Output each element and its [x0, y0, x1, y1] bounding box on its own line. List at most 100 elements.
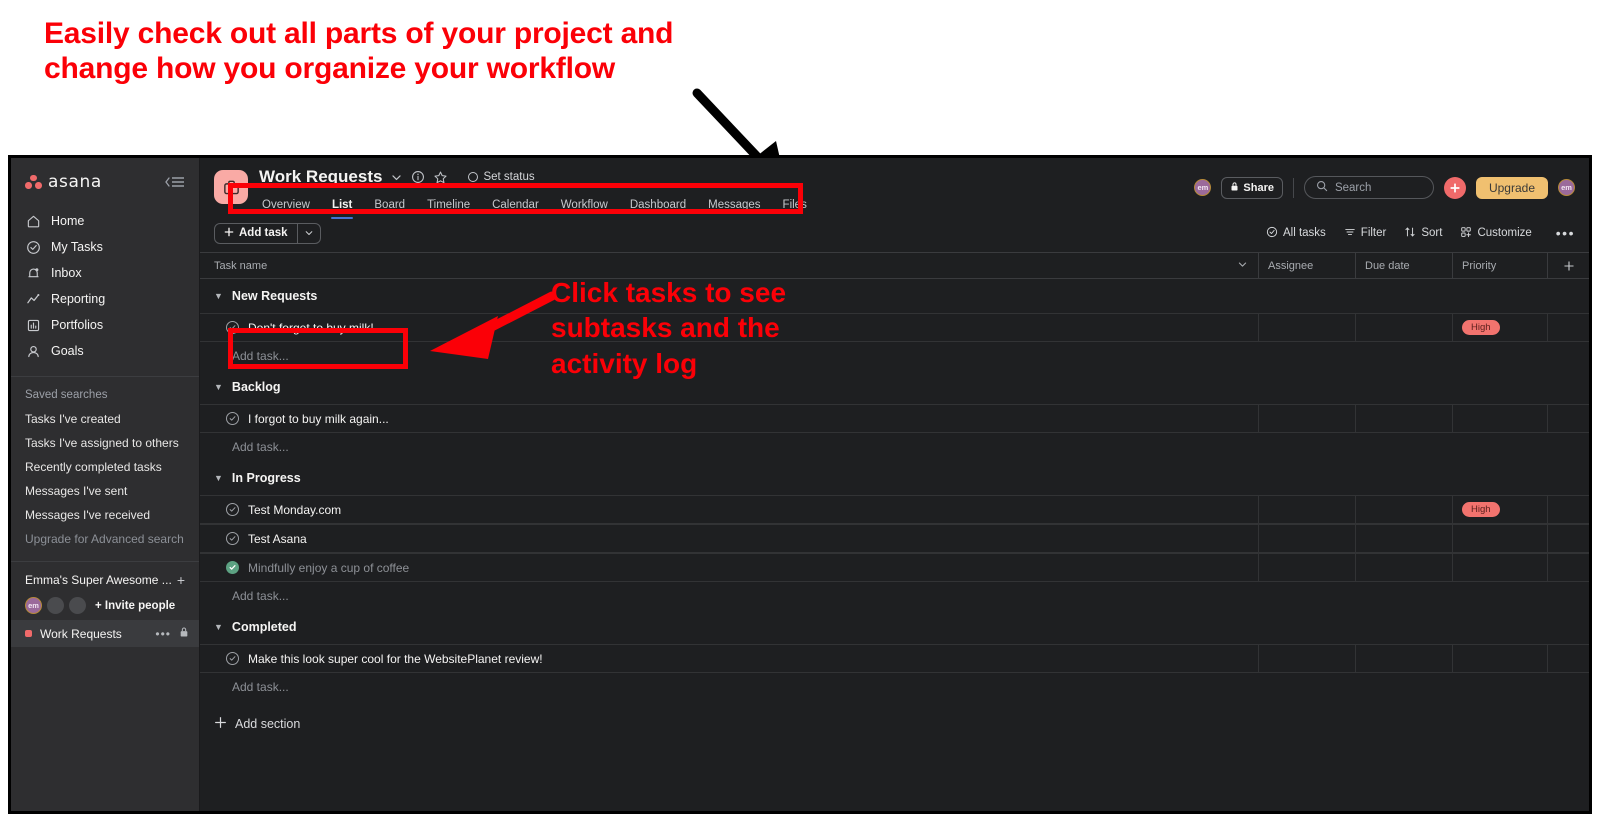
tab-files[interactable]: Files [772, 195, 818, 217]
task-assignee-cell[interactable] [1258, 405, 1355, 432]
task-priority-cell[interactable]: High [1452, 314, 1547, 341]
avatar-placeholder-2[interactable] [69, 597, 86, 614]
collapse-sidebar-icon[interactable] [163, 175, 185, 189]
sidebar-item-portfolios[interactable]: Portfolios [11, 312, 199, 338]
tab-dashboard[interactable]: Dashboard [619, 195, 697, 217]
task-assignee-cell[interactable] [1258, 645, 1355, 672]
chevron-down-icon[interactable]: ▼ [214, 622, 223, 632]
add-column-button[interactable] [1547, 253, 1589, 278]
task-name-cell[interactable]: Make this look super cool for the Websit… [200, 645, 1258, 672]
sidebar-item-home[interactable]: Home [11, 208, 199, 234]
search-input[interactable]: Search [1303, 176, 1434, 199]
task-assignee-cell[interactable] [1258, 554, 1355, 581]
plus-icon[interactable]: + [177, 572, 185, 588]
set-status-button[interactable]: Set status [468, 171, 535, 183]
task-name-cell[interactable]: Test Monday.com [200, 496, 1258, 523]
task-due-date-cell[interactable] [1355, 314, 1452, 341]
column-header-priority[interactable]: Priority [1452, 253, 1547, 278]
task-priority-cell[interactable]: High [1452, 496, 1547, 523]
task-priority-cell[interactable] [1452, 525, 1547, 552]
task-complete-checkbox[interactable] [226, 321, 239, 334]
tab-messages[interactable]: Messages [697, 195, 771, 217]
invite-people-button[interactable]: + Invite people [95, 600, 175, 612]
ellipsis-icon[interactable]: ••• [1550, 225, 1575, 241]
avatar[interactable]: em [1194, 179, 1212, 196]
chevron-down-icon[interactable]: ▼ [214, 382, 223, 392]
avatar-placeholder-1[interactable] [47, 597, 64, 614]
task-due-date-cell[interactable] [1355, 554, 1452, 581]
add-section-button[interactable]: Add section [200, 707, 1589, 741]
task-assignee-cell[interactable] [1258, 525, 1355, 552]
task-complete-checkbox[interactable] [226, 532, 239, 545]
asana-logo[interactable]: asana [25, 172, 102, 192]
chevron-down-icon[interactable] [296, 223, 320, 243]
tab-overview[interactable]: Overview [259, 195, 321, 217]
add-task-inline-completed[interactable]: Add task... [200, 673, 1589, 701]
task-assignee-cell[interactable] [1258, 314, 1355, 341]
task-complete-checkbox[interactable] [226, 503, 239, 516]
task-due-date-cell[interactable] [1355, 405, 1452, 432]
task-complete-checkbox[interactable] [226, 561, 239, 574]
section-header-in-progress[interactable]: ▼ In Progress [200, 461, 1589, 495]
task-complete-checkbox[interactable] [226, 652, 239, 665]
task-assignee-cell[interactable] [1258, 496, 1355, 523]
profile-avatar[interactable]: em [1558, 179, 1575, 196]
table-row[interactable]: Mindfully enjoy a cup of coffee [200, 553, 1589, 582]
filter-button[interactable]: Filter [1344, 226, 1386, 241]
chevron-down-icon[interactable]: ▼ [214, 473, 223, 483]
task-name-cell[interactable]: Mindfully enjoy a cup of coffee [200, 554, 1258, 581]
table-row[interactable]: Make this look super cool for the Websit… [200, 644, 1589, 673]
saved-search-recently-completed[interactable]: Recently completed tasks [11, 455, 199, 479]
upgrade-button[interactable]: Upgrade [1475, 176, 1548, 199]
sidebar-item-my-tasks[interactable]: My Tasks [11, 234, 199, 260]
tab-list[interactable]: List [321, 195, 363, 219]
saved-search-tasks-assigned[interactable]: Tasks I've assigned to others [11, 431, 199, 455]
add-task-inline-in-progress[interactable]: Add task... [200, 582, 1589, 610]
status-badge: High [1462, 502, 1500, 517]
sort-button[interactable]: Sort [1404, 226, 1442, 241]
task-complete-checkbox[interactable] [226, 412, 239, 425]
section-title: Backlog [231, 380, 281, 394]
table-row[interactable]: I forgot to buy milk again... [200, 404, 1589, 433]
tab-timeline[interactable]: Timeline [416, 195, 481, 217]
sidebar-item-goals[interactable]: Goals [11, 338, 199, 364]
star-icon[interactable] [433, 170, 448, 185]
task-priority-cell[interactable] [1452, 405, 1547, 432]
chevron-down-icon[interactable] [1237, 259, 1258, 273]
column-header-due-date[interactable]: Due date [1355, 253, 1452, 278]
customize-button[interactable]: Customize [1460, 226, 1532, 241]
tab-calendar[interactable]: Calendar [481, 195, 550, 217]
sidebar-item-inbox[interactable]: Inbox [11, 260, 199, 286]
saved-search-tasks-created[interactable]: Tasks I've created [11, 407, 199, 431]
section-header-backlog[interactable]: ▼ Backlog [200, 370, 1589, 404]
chevron-down-icon[interactable] [390, 171, 403, 184]
column-header-task-name[interactable]: Task name [200, 259, 1258, 273]
task-name-cell[interactable]: Test Asana [200, 525, 1258, 552]
section-header-completed[interactable]: ▼ Completed [200, 610, 1589, 644]
task-due-date-cell[interactable] [1355, 525, 1452, 552]
sidebar-project-work-requests[interactable]: Work Requests ••• [11, 620, 199, 647]
add-task-inline-backlog[interactable]: Add task... [200, 433, 1589, 461]
tab-board[interactable]: Board [363, 195, 416, 217]
table-row[interactable]: Test Asana [200, 524, 1589, 553]
saved-search-messages-received[interactable]: Messages I've received [11, 503, 199, 527]
add-task-button[interactable]: Add task [215, 224, 297, 243]
create-button[interactable] [1443, 176, 1466, 199]
table-row[interactable]: Test Monday.com High [200, 495, 1589, 524]
info-circle-icon[interactable] [411, 170, 425, 184]
upgrade-advanced-search-link[interactable]: Upgrade for Advanced search [11, 527, 199, 551]
ellipsis-icon[interactable]: ••• [155, 627, 171, 641]
tab-workflow[interactable]: Workflow [550, 195, 619, 217]
task-priority-cell[interactable] [1452, 645, 1547, 672]
saved-search-messages-sent[interactable]: Messages I've sent [11, 479, 199, 503]
avatar[interactable]: em [25, 597, 42, 614]
task-priority-cell[interactable] [1452, 554, 1547, 581]
column-header-assignee[interactable]: Assignee [1258, 253, 1355, 278]
task-due-date-cell[interactable] [1355, 645, 1452, 672]
task-name-cell[interactable]: I forgot to buy milk again... [200, 405, 1258, 432]
sidebar-item-reporting[interactable]: Reporting [11, 286, 199, 312]
task-due-date-cell[interactable] [1355, 496, 1452, 523]
share-button[interactable]: Share [1221, 176, 1283, 199]
all-tasks-button[interactable]: All tasks [1266, 226, 1326, 241]
chevron-down-icon[interactable]: ▼ [214, 291, 223, 301]
